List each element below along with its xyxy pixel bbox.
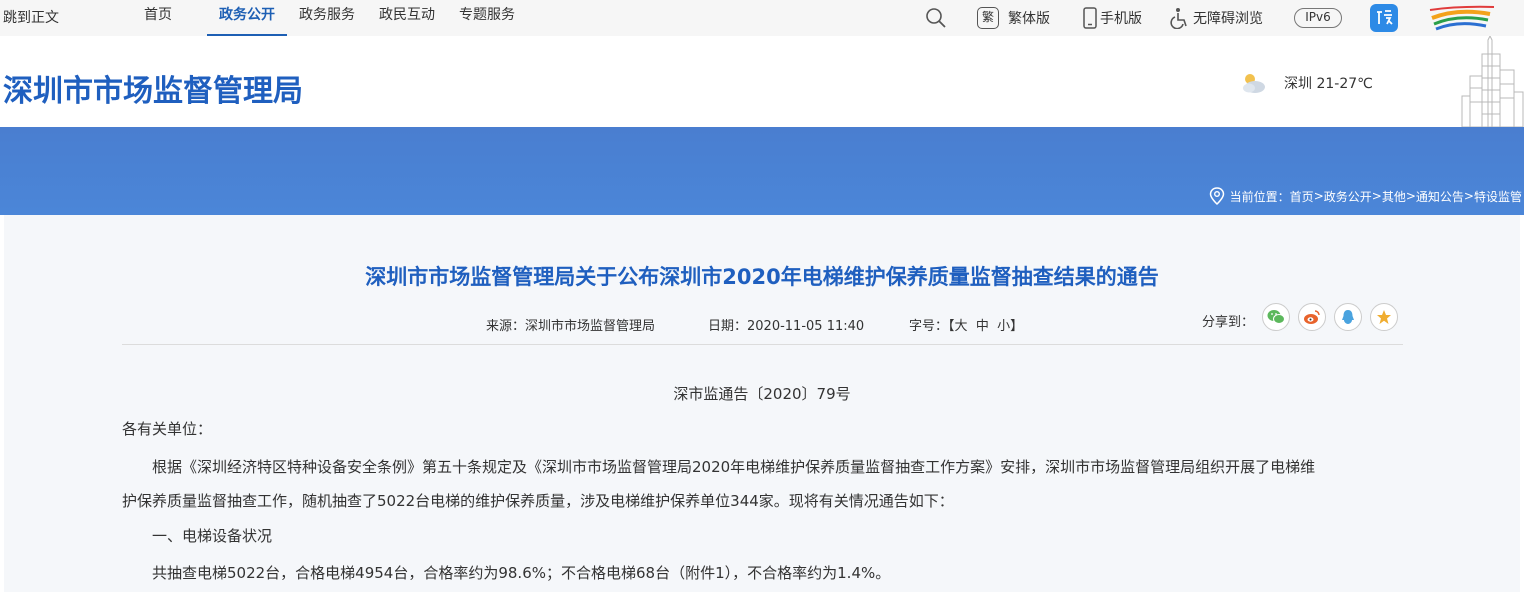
ipv6-badge: IPv6 — [1294, 0, 1342, 36]
breadcrumb-separator: > — [1405, 189, 1416, 203]
app-icon — [1370, 4, 1398, 32]
salutation: 各有关单位： — [122, 420, 213, 438]
skyline-illustration — [1461, 36, 1524, 127]
breadcrumb-separator: > — [1313, 189, 1324, 203]
search-icon — [926, 8, 946, 28]
accessibility-label: 无障碍浏览 — [1193, 11, 1263, 27]
date-label: 日期： — [708, 319, 748, 334]
font-size-control: 字号：【大 中 小】 — [909, 315, 1023, 334]
font-size-large-button[interactable]: 大 — [955, 319, 968, 334]
share-label: 分享到： — [1202, 315, 1255, 330]
font-size-label: 字号： — [909, 319, 949, 334]
site-header: 深圳市市场监督管理局 深圳 21-27℃ — [0, 36, 1524, 127]
star-icon — [1377, 310, 1391, 324]
section-heading-1: 一、电梯设备状况 — [152, 527, 273, 545]
shenzhen-government-logo[interactable] — [1428, 0, 1496, 36]
date-value: 2020-11-05 11:40 — [747, 319, 865, 334]
source-value: 深圳市市场监督管理局 — [525, 319, 656, 334]
location-pin-icon — [1209, 187, 1224, 205]
ipv6-label: IPv6 — [1294, 8, 1342, 28]
blue-banner: 当前位置： 首页 > 政务公开 > 其他 > 通知公告 > 特设监管 — [0, 127, 1524, 215]
nav-item-public-interaction[interactable]: 政民互动 — [367, 0, 447, 36]
qq-icon — [1342, 310, 1354, 324]
shenzhen-logo-icon — [1429, 5, 1495, 31]
nav-item-government-services[interactable]: 政务服务 — [287, 0, 367, 36]
article-container: 深圳市市场监督管理局关于公布深圳市2020年电梯维护保养质量监督抽查结果的通告 … — [4, 215, 1520, 592]
weather-widget: 深圳 21-27℃ — [1240, 72, 1373, 94]
mobile-version-button[interactable]: 手机版 — [1083, 0, 1142, 36]
search-button[interactable] — [925, 0, 947, 36]
add-favorite-button[interactable] — [1370, 303, 1398, 331]
nav-item-government-affairs-public[interactable]: 政务公开 — [207, 0, 287, 36]
nav-item-special-services[interactable]: 专题服务 — [447, 0, 527, 36]
app-download-button[interactable] — [1370, 0, 1398, 36]
traditional-chinese-label: 繁体版 — [1008, 11, 1050, 27]
wechat-icon — [1267, 310, 1285, 324]
breadcrumb-item-government-affairs-public[interactable]: 政务公开 — [1324, 188, 1372, 205]
section-1-text: 共抽查电梯5022台，合格电梯4954台，合格率约为98.6%；不合格电梯68台… — [152, 564, 891, 582]
share-weibo-button[interactable] — [1298, 303, 1326, 331]
share-qq-button[interactable] — [1334, 303, 1362, 331]
traditional-chinese-icon: 繁 — [977, 7, 999, 29]
weibo-icon — [1304, 310, 1320, 324]
skip-to-content-link[interactable]: 跳到正文 — [3, 7, 59, 27]
wheelchair-icon — [1170, 8, 1187, 29]
source-label: 来源： — [486, 319, 526, 334]
breadcrumb-separator: > — [1371, 189, 1382, 203]
top-bar: 跳到正文 首页 政务公开 政务服务 政民互动 专题服务 繁 繁体版 手机版 无障… — [0, 0, 1524, 36]
breadcrumb-item-special-supervision[interactable]: 特设监管 — [1474, 188, 1522, 205]
article-date: 日期：2020-11-05 11:40 — [708, 315, 864, 334]
document-number: 深市监通告〔2020〕79号 — [673, 385, 851, 403]
font-size-small-button[interactable]: 小 — [997, 319, 1010, 334]
weather-text: 深圳 21-27℃ — [1284, 76, 1373, 92]
accessibility-button[interactable]: 无障碍浏览 — [1170, 0, 1263, 36]
paragraph-1-line-2: 护保养质量监督抽查工作，随机抽查了5022台电梯的维护保养质量，涉及电梯维护保养… — [122, 492, 954, 510]
main-nav: 首页 政务公开 政务服务 政民互动 专题服务 — [126, 0, 527, 36]
partly-cloudy-icon — [1243, 74, 1265, 93]
font-bracket-close: 】 — [1010, 319, 1024, 334]
traditional-chinese-button[interactable]: 繁 繁体版 — [977, 0, 1050, 36]
mobile-version-label: 手机版 — [1100, 11, 1142, 27]
article-title: 深圳市市场监督管理局关于公布深圳市2020年电梯维护保养质量监督抽查结果的通告 — [365, 265, 1159, 289]
breadcrumb-item-other[interactable]: 其他 — [1382, 188, 1406, 205]
breadcrumb: 当前位置： 首页 > 政务公开 > 其他 > 通知公告 > 特设监管 — [1209, 187, 1522, 205]
breadcrumb-prefix: 当前位置： — [1229, 189, 1290, 204]
mobile-phone-icon — [1083, 7, 1097, 29]
breadcrumb-separator: > — [1463, 189, 1474, 203]
nav-item-home[interactable]: 首页 — [126, 0, 207, 36]
paragraph-1-line-1: 根据《深圳经济特区特种设备安全条例》第五十条规定及《深圳市市场监督管理局2020… — [152, 458, 1316, 476]
site-title[interactable]: 深圳市市场监督管理局 — [3, 66, 303, 110]
font-size-medium-button[interactable]: 中 — [976, 319, 989, 334]
breadcrumb-item-home[interactable]: 首页 — [1290, 188, 1314, 205]
article-source: 来源：深圳市市场监督管理局 — [486, 315, 655, 334]
breadcrumb-item-notices[interactable]: 通知公告 — [1416, 188, 1464, 205]
meta-divider — [122, 344, 1403, 345]
share-wechat-button[interactable] — [1262, 303, 1290, 331]
